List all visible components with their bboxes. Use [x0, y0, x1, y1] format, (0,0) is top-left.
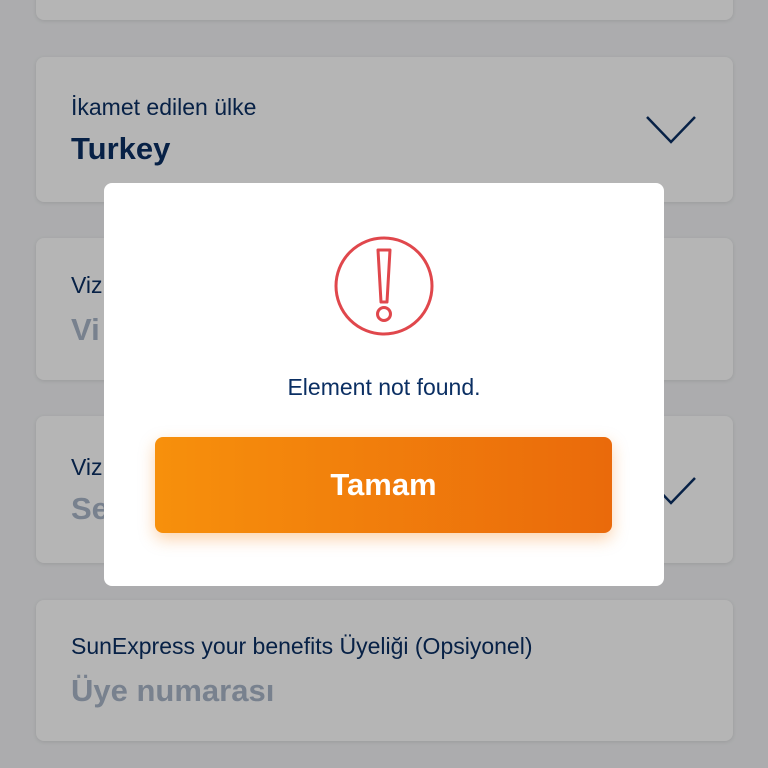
error-message: Element not found.	[287, 374, 481, 400]
exclamation-circle-icon	[334, 236, 434, 336]
error-dialog: Element not found. Tamam	[104, 183, 664, 586]
ok-button[interactable]: Tamam	[155, 437, 612, 533]
